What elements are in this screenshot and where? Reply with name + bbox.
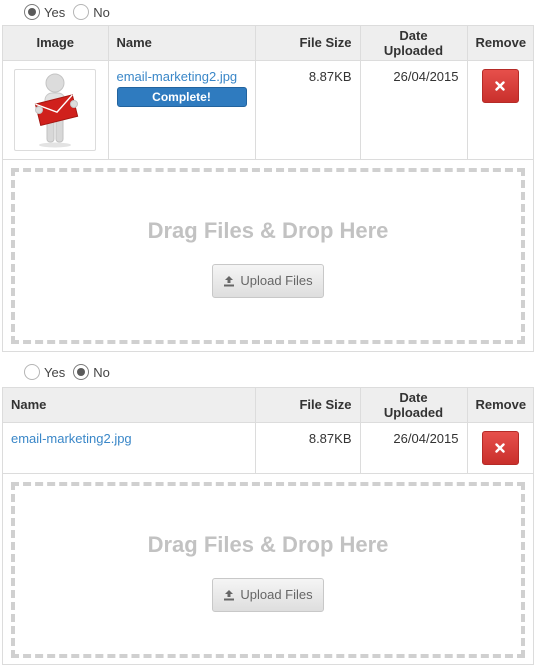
show-image-yes-option[interactable]: Yes [24, 364, 65, 380]
radio-yes-label: Yes [44, 4, 66, 20]
col-file-size: File Size [255, 26, 361, 61]
remove-file-button[interactable] [481, 430, 519, 465]
image-cell [3, 60, 109, 160]
show-image-yes-option[interactable]: Yes [24, 4, 65, 20]
dropzone-title: Drag Files & Drop Here [147, 531, 389, 557]
image-column-toggle: Yes No [24, 1, 118, 23]
table-row: email-marketing2.jpg Complete! 8.87KB 26… [3, 60, 533, 160]
upload-files-label: Upload Files [240, 587, 313, 602]
file-dropzone[interactable]: Drag Files & Drop Here Upload Files [11, 167, 525, 344]
file-name-link[interactable]: email-marketing2.jpg [11, 431, 132, 446]
upload-panel-with-image: Image Name File Size Date Uploaded Remov… [2, 25, 534, 352]
col-file-size: File Size [255, 388, 361, 423]
show-image-no-option[interactable]: No [73, 4, 110, 20]
show-image-no-option[interactable]: No [73, 364, 110, 380]
col-remove: Remove [467, 388, 533, 423]
radio-yes-label: Yes [44, 364, 66, 380]
remove-file-button[interactable] [481, 68, 519, 103]
upload-icon [224, 589, 235, 600]
close-icon [495, 442, 505, 453]
remove-cell [467, 60, 533, 160]
dropzone-title: Drag Files & Drop Here [147, 217, 389, 243]
table-row: email-marketing2.jpg 8.87KB 26/04/2015 [3, 422, 533, 474]
radio-no-label: No [93, 364, 110, 380]
file-table: Image Name File Size Date Uploaded Remov… [3, 26, 533, 160]
upload-panel-without-image: Name File Size Date Uploaded Remove emai… [2, 387, 534, 665]
upload-icon [224, 275, 235, 286]
radio-yes-checked[interactable] [24, 4, 40, 20]
image-column-toggle: Yes No [24, 361, 118, 383]
dropzone-container: Drag Files & Drop Here Upload Files [3, 474, 533, 666]
upload-files-button[interactable]: Upload Files [212, 577, 324, 612]
file-table: Name File Size Date Uploaded Remove emai… [3, 388, 533, 474]
upload-files-button[interactable]: Upload Files [212, 263, 324, 298]
date-uploaded-cell: 26/04/2015 [360, 422, 468, 474]
upload-progress-bar: Complete! [116, 86, 247, 107]
dropzone-container: Drag Files & Drop Here Upload Files [3, 160, 533, 352]
file-dropzone[interactable]: Drag Files & Drop Here Upload Files [11, 481, 525, 658]
radio-no-checked[interactable] [73, 364, 90, 380]
upload-files-label: Upload Files [240, 273, 313, 288]
file-size-cell: 8.87KB [255, 422, 361, 474]
col-name: Name [3, 388, 256, 423]
radio-yes[interactable] [24, 364, 40, 380]
table-header-row: Name File Size Date Uploaded Remove [3, 388, 533, 423]
file-name-link[interactable]: email-marketing2.jpg [117, 69, 238, 84]
close-icon [495, 80, 505, 91]
person-holding-envelope-icon [35, 73, 79, 147]
radio-no[interactable] [73, 4, 90, 20]
col-name: Name [108, 26, 256, 61]
table-header-row: Image Name File Size Date Uploaded Remov… [3, 26, 533, 61]
col-image: Image [3, 26, 109, 61]
date-uploaded-cell: 26/04/2015 [360, 60, 468, 160]
col-remove: Remove [467, 26, 533, 61]
name-cell: email-marketing2.jpg Complete! [108, 60, 256, 160]
col-date-uploaded: Date Uploaded [360, 388, 468, 423]
file-thumbnail [14, 68, 97, 151]
col-date-uploaded: Date Uploaded [360, 26, 468, 61]
radio-no-label: No [93, 4, 110, 20]
file-size-cell: 8.87KB [255, 60, 361, 160]
name-cell: email-marketing2.jpg [3, 422, 256, 474]
remove-cell [467, 422, 533, 474]
